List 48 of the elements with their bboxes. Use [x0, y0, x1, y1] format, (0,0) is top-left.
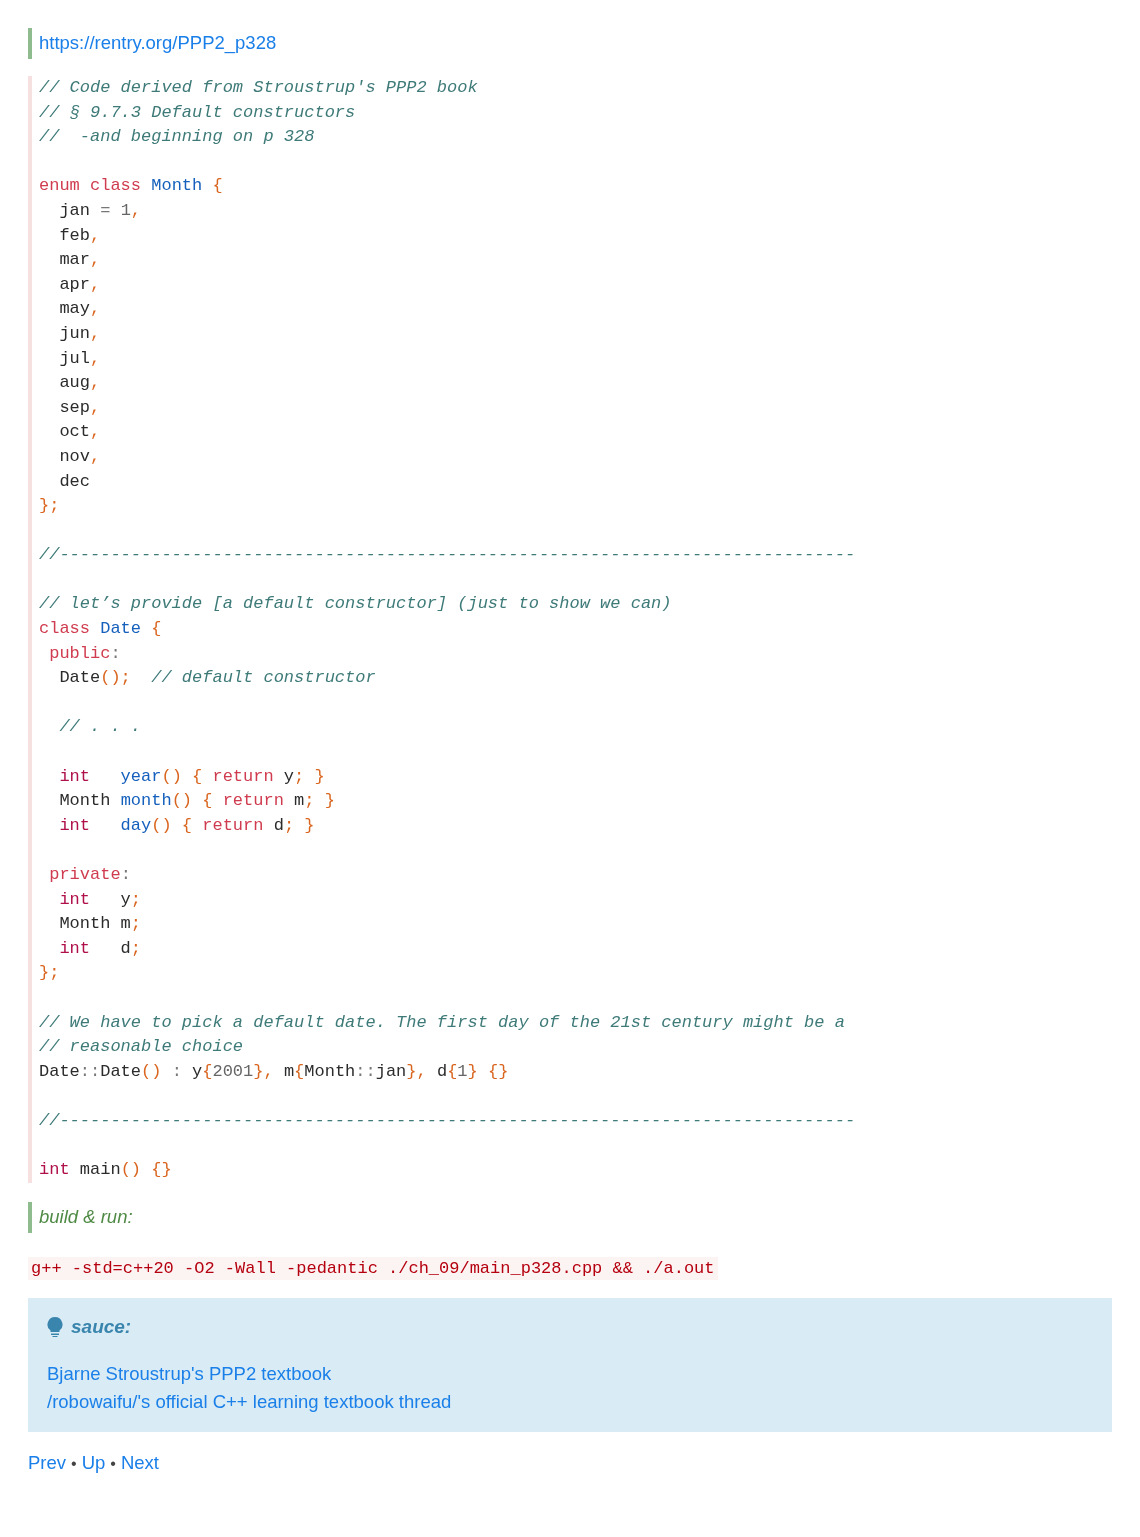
- source-link[interactable]: https://rentry.org/PPP2_p328: [39, 32, 277, 53]
- code-line: may,: [58, 298, 102, 321]
- code-line: // -and beginning on p 328: [39, 126, 316, 149]
- code-line: int y;: [58, 888, 143, 911]
- nav-link[interactable]: Up: [81, 1451, 106, 1474]
- code-line: class Date {: [39, 618, 163, 641]
- code-line: // Code derived from Stroustrup's PPP2 book: [39, 77, 479, 99]
- lightbulb-icon: [47, 1316, 63, 1337]
- source-link[interactable]: /robowaifu/'s official C++ learning textbook thread: [47, 1387, 452, 1416]
- code-line: sep,: [58, 396, 102, 419]
- code-line: };: [39, 495, 61, 518]
- code-line: int day() { return d; }: [58, 814, 316, 837]
- code-line: Date(); // default constructor: [58, 667, 377, 690]
- code-line: mar,: [58, 249, 102, 272]
- code-line: Month month() { return m; }: [58, 790, 336, 813]
- code-line: // reasonable choice: [39, 1036, 245, 1059]
- build-note: build & run:: [39, 1205, 133, 1227]
- code-line: Date::Date() : y{2001}, m{Month::jan}, d{1} {}: [39, 1060, 510, 1083]
- code-line: private:: [48, 864, 132, 886]
- code-line: Month m;: [58, 913, 143, 936]
- code-line: aug,: [58, 372, 102, 395]
- code-line: nov,: [58, 445, 102, 468]
- tip-title: sauce:: [71, 1315, 132, 1338]
- code-line: oct,: [58, 421, 102, 444]
- code-line: jul,: [58, 347, 102, 370]
- code-line: };: [39, 962, 61, 985]
- code-line: // § 9.7.3 Default constructors: [39, 101, 357, 124]
- code-line: dec: [58, 470, 91, 493]
- code-line: feb,: [58, 224, 102, 247]
- code-line: jan = 1,: [58, 199, 143, 222]
- nav-link[interactable]: Next: [120, 1451, 159, 1474]
- code-line: // . . .: [58, 716, 143, 739]
- source-link[interactable]: Bjarne Stroustrup's PPP2 textbook: [47, 1359, 332, 1388]
- code-line: enum class Month {: [39, 175, 224, 198]
- code-line: //------------------------------------------------------------------------------: [39, 544, 857, 567]
- code-line: jun,: [58, 322, 102, 345]
- nav-separator: •: [71, 1454, 77, 1473]
- code-line: int year() { return y; }: [58, 765, 326, 788]
- code-line: public:: [48, 642, 122, 665]
- nav-separator: •: [110, 1454, 116, 1473]
- code-line: int main() {}: [39, 1159, 173, 1182]
- nav-link[interactable]: Prev: [28, 1451, 67, 1474]
- build-command: g++ -std=c++20 -O2 -Wall -pedantic ./ch_09/main_p328.cpp && ./a.out: [28, 1256, 718, 1280]
- code-line: int d;: [58, 937, 143, 960]
- code-line: // We have to pick a default date. The first day of the 21st century might be a: [39, 1011, 846, 1034]
- code-line: // let’s provide [a default constructor] (just to show we can): [39, 593, 673, 616]
- code-line: //------------------------------------------------------------------------------: [39, 1109, 857, 1132]
- code-line: apr,: [58, 273, 102, 296]
